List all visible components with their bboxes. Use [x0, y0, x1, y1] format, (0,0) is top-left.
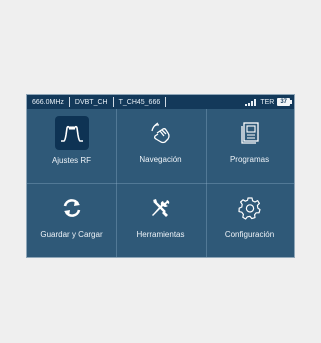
status-mode: TER: [260, 98, 275, 106]
tile-guardar-y-cargar[interactable]: Guardar y Cargar: [27, 184, 116, 257]
status-right-group: TER 37: [245, 98, 294, 106]
tile-configuracion[interactable]: Configuración: [205, 184, 294, 257]
tile-label: Configuración: [224, 230, 275, 239]
battery-indicator: 37: [277, 98, 292, 106]
tile-ajustes-rf[interactable]: Ajustes RF: [27, 109, 116, 184]
wrench-screwdriver-icon: [145, 192, 177, 224]
refresh-arrows-icon: [56, 192, 88, 224]
tile-label: Herramientas: [136, 230, 185, 239]
main-menu-grid: Ajustes RF Navegación Programas Guardar …: [27, 109, 294, 257]
tile-programas[interactable]: Programas: [205, 109, 294, 184]
tile-navegacion[interactable]: Navegación: [116, 109, 205, 184]
gear-icon: [234, 192, 266, 224]
tv-programs-icon: [234, 117, 266, 149]
rf-waveform-icon: [54, 116, 89, 150]
page-background: 666.0MHz DVBT_CH T_CH45_666 TER 37 Ajust…: [0, 0, 321, 343]
status-frequency: 666.0MHz: [32, 98, 64, 106]
hand-touch-icon: [145, 117, 177, 149]
tile-label: Navegación: [139, 155, 182, 164]
tile-label: Ajustes RF: [51, 156, 92, 165]
device-screen: 666.0MHz DVBT_CH T_CH45_666 TER 37 Ajust…: [26, 94, 295, 258]
signal-strength-icon: [245, 98, 257, 106]
status-service: T_CH45_666: [118, 98, 161, 106]
status-standard: DVBT_CH: [74, 98, 108, 106]
tile-herramientas[interactable]: Herramientas: [116, 184, 205, 257]
status-bar: 666.0MHz DVBT_CH T_CH45_666 TER 37: [27, 95, 294, 109]
tile-label: Programas: [229, 155, 270, 164]
status-separator: [165, 97, 167, 107]
tile-label: Guardar y Cargar: [40, 230, 103, 239]
